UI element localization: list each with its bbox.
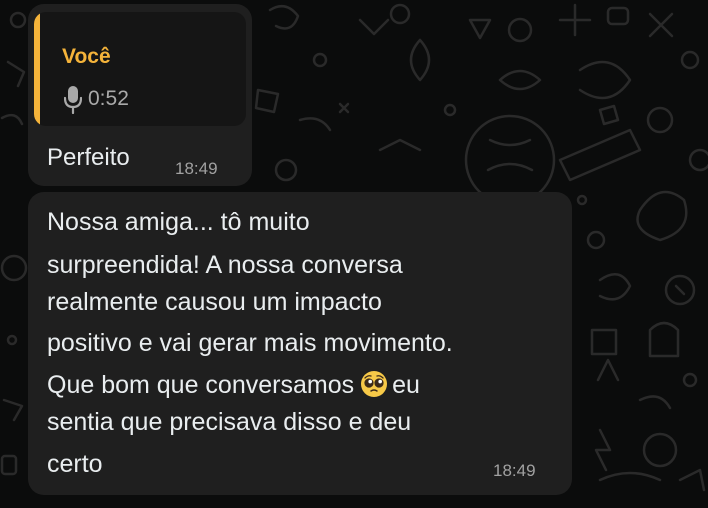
- quote-accent-bar: [34, 12, 40, 126]
- message-line-text: eu: [392, 371, 420, 399]
- message-timestamp: 18:49: [175, 159, 218, 178]
- message-bubble-perfeito[interactable]: Você 0:52 Perfeito 18:49: [28, 4, 252, 186]
- message-line-with-emoji: Que bom que conversamos eu: [47, 370, 420, 398]
- message-line: certo: [47, 450, 103, 478]
- message-line: Nossa amiga... tô muito: [47, 208, 310, 236]
- message-line: realmente causou um impacto: [47, 288, 382, 316]
- message-line: positivo e vai gerar mais movimento.: [47, 329, 453, 357]
- message-bubble-nossa-amiga[interactable]: Nossa amiga... tô muito surpreendida! A …: [28, 192, 572, 495]
- voice-duration: 0:52: [88, 87, 129, 110]
- pleading-face-emoji: [361, 371, 388, 397]
- message-line: sentia que precisava disso e deu: [47, 408, 412, 436]
- message-line: surpreendida! A nossa conversa: [47, 251, 403, 279]
- quoted-voice-message[interactable]: Você 0:52: [34, 12, 246, 126]
- microphone-icon: [64, 86, 82, 114]
- quote-author: Você: [62, 45, 111, 68]
- message-line-text: Que bom que conversamos: [47, 371, 355, 399]
- message-text: Perfeito: [47, 144, 130, 171]
- message-timestamp: 18:49: [493, 461, 536, 480]
